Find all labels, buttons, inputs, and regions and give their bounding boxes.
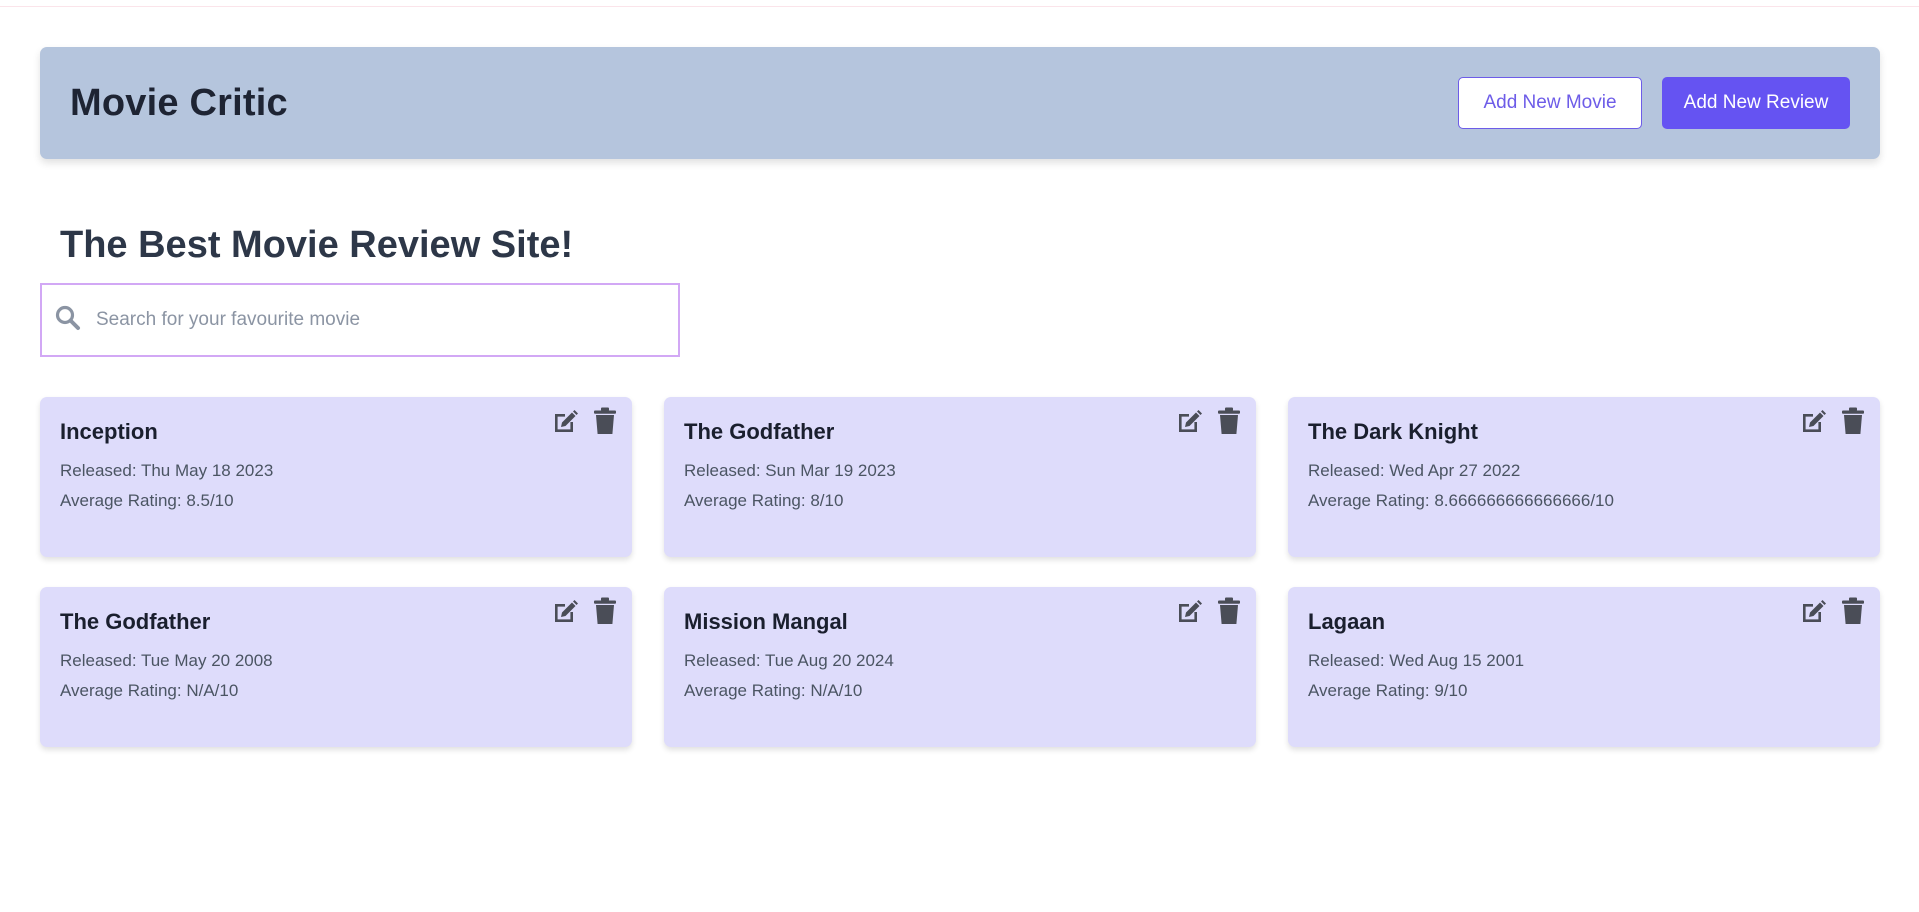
movie-title: The Dark Knight [1308,419,1478,444]
movie-title: Mission Mangal [684,609,848,634]
movie-released: Released: Wed Aug 15 2001 [1308,651,1525,670]
movie-card[interactable]: The Dark Knight Released: Wed Apr 27 202… [1288,397,1880,557]
movie-released: Released: Thu May 18 2023 [60,461,274,480]
movie-rating: Average Rating: 9/10 [1308,681,1468,700]
movie-rating: Average Rating: N/A/10 [684,681,863,700]
trash-icon[interactable] [1216,407,1242,435]
movie-card[interactable]: Mission Mangal Released: Tue Aug 20 2024… [664,587,1256,747]
edit-icon[interactable] [1176,597,1202,625]
card-actions [1176,597,1242,625]
movie-title: Lagaan [1308,609,1386,634]
edit-icon[interactable] [552,407,578,435]
header-actions: Add New Movie Add New Review [1458,77,1850,129]
trash-icon[interactable] [1840,597,1866,625]
trash-icon[interactable] [1840,407,1866,435]
card-actions [1800,597,1866,625]
movie-rating: Average Rating: 8/10 [684,491,844,510]
movie-card[interactable]: The Godfather Released: Sun Mar 19 2023 … [664,397,1256,557]
trash-icon[interactable] [1216,597,1242,625]
movie-rating: Average Rating: N/A/10 [60,681,239,700]
card-actions [552,407,618,435]
movie-grid: Inception Released: Thu May 18 2023 Aver… [40,397,1880,747]
movie-released: Released: Tue Aug 20 2024 [684,651,894,670]
movie-released: Released: Wed Apr 27 2022 [1308,461,1521,480]
add-new-movie-button[interactable]: Add New Movie [1458,77,1642,129]
add-new-review-button[interactable]: Add New Review [1662,77,1850,129]
app-header: Movie Critic Add New Movie Add New Revie… [40,47,1880,159]
app-title: Movie Critic [70,81,288,124]
top-divider [0,6,1919,7]
movie-card[interactable]: The Godfather Released: Tue May 20 2008 … [40,587,632,747]
movie-card[interactable]: Lagaan Released: Wed Aug 15 2001 Average… [1288,587,1880,747]
trash-icon[interactable] [592,597,618,625]
card-actions [1176,407,1242,435]
movie-rating: Average Rating: 8.5/10 [60,491,234,510]
movie-card[interactable]: Inception Released: Thu May 18 2023 Aver… [40,397,632,557]
movie-title: The Godfather [684,419,835,444]
movie-rating: Average Rating: 8.666666666666666/10 [1308,491,1614,510]
card-actions [1800,407,1866,435]
edit-icon[interactable] [552,597,578,625]
page-title: The Best Movie Review Site! [60,224,574,266]
search-input[interactable] [94,308,658,332]
movie-title: The Godfather [60,609,211,634]
movie-title: Inception [60,419,158,444]
trash-icon[interactable] [592,407,618,435]
edit-icon[interactable] [1176,407,1202,435]
card-actions [552,597,618,625]
edit-icon[interactable] [1800,407,1826,435]
movie-released: Released: Tue May 20 2008 [60,651,273,670]
search-icon [54,304,82,332]
page-container: Movie Critic Add New Movie Add New Revie… [40,47,1880,747]
edit-icon[interactable] [1800,597,1826,625]
movie-released: Released: Sun Mar 19 2023 [684,461,896,480]
search-bar[interactable] [40,283,680,357]
